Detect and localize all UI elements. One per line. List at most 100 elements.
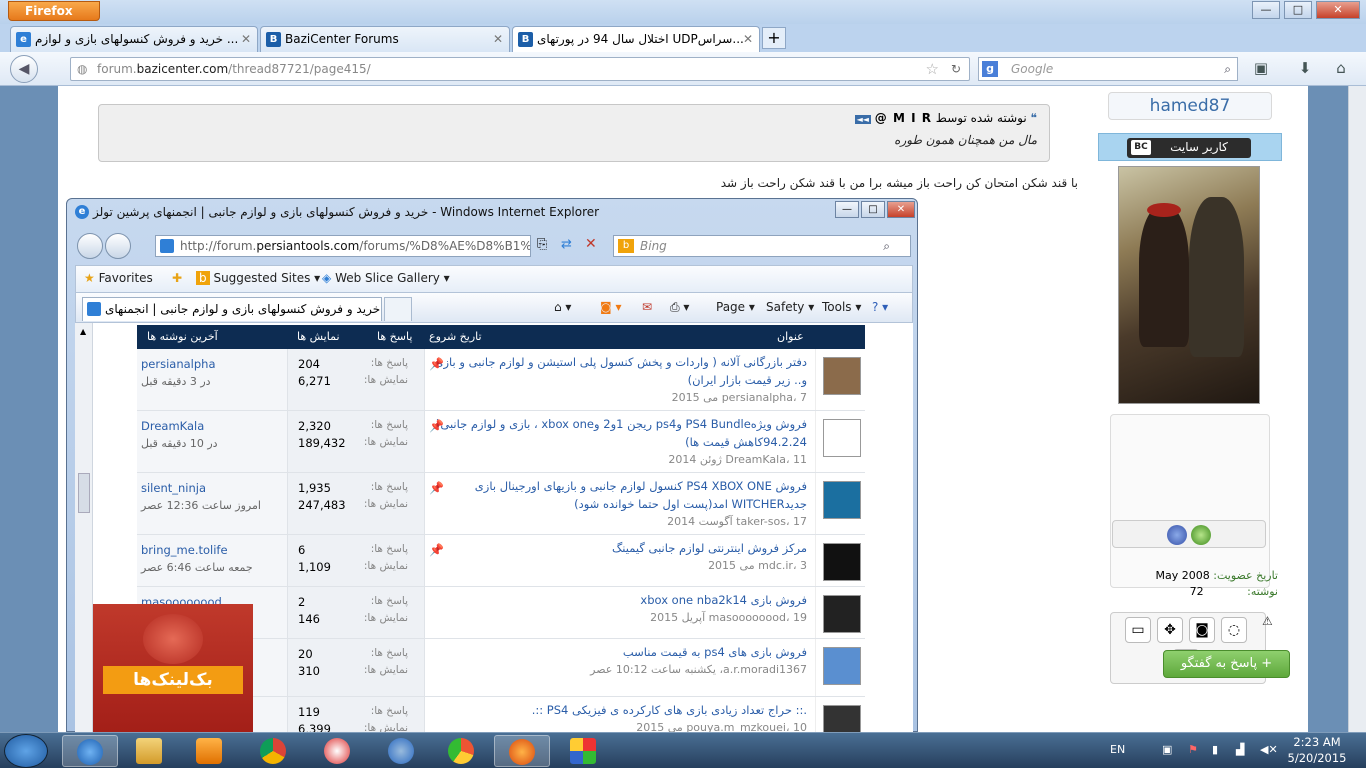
view-post-icon[interactable]: ◄◄ (854, 115, 871, 124)
close-tab-icon[interactable]: ✕ (241, 27, 251, 51)
new-tab-button[interactable]: + (762, 27, 786, 49)
bookmark-star-icon[interactable]: ☆ (926, 58, 939, 80)
volume-icon[interactable]: ◀✕ (1260, 743, 1278, 756)
thread-starter-avatar[interactable] (823, 481, 861, 519)
col-last-post[interactable]: آخرین نوشته ها (147, 330, 218, 343)
favorites-button[interactable]: ★ Favorites (84, 271, 153, 285)
thread-title[interactable]: .:: حراج تعداد زیادی بازی های کارکرده ی … (433, 701, 807, 719)
ie-search-input[interactable]: b Bing ⌕ (613, 235, 911, 257)
refresh-icon[interactable]: ⇄ (561, 237, 572, 252)
add-favorites-icon[interactable]: ✚ (172, 271, 182, 285)
battery-icon[interactable]: ▮ (1212, 743, 1218, 756)
home-icon[interactable]: ⌂ (1330, 59, 1352, 79)
compat-view-icon[interactable]: ⎘ (537, 237, 547, 252)
ie-scrollbar[interactable]: ▲ (75, 323, 93, 733)
tab-udp-thread[interactable]: B اختلال سال 94 در پورتهای UDPسراس... ✕ (512, 26, 760, 52)
ie-maximize-button[interactable]: □ (861, 201, 885, 218)
taskbar-app-1[interactable] (310, 735, 366, 767)
tray-app-icon[interactable]: ▣ (1162, 743, 1172, 756)
ie-address-bar[interactable]: http://forum.persiantools.com/forums/%D8… (155, 235, 531, 257)
ie-tab[interactable]: خرید و فروش کنسولهای بازی و لوازم جانبی … (82, 297, 382, 321)
scroll-up-icon[interactable]: ▲ (80, 327, 86, 336)
col-start-date[interactable]: تاریخ شروع (429, 330, 482, 343)
col-title[interactable]: عنوان (777, 330, 804, 343)
tools-menu[interactable]: Tools ▾ (822, 300, 861, 314)
download-icon[interactable]: ⬇ (1294, 59, 1316, 79)
thread-starter-avatar[interactable] (823, 543, 861, 581)
thread-title[interactable]: دفتر بازرگانی آلانه ( واردات و پخش کنسول… (433, 353, 807, 389)
last-post-user[interactable]: DreamKala (141, 419, 287, 433)
reply-to-thread-button[interactable]: + پاسخ به گفتگو (1163, 650, 1290, 678)
ie-favorites-bar: ★ Favorites ✚ b Suggested Sites ▾ ◈ Web … (75, 265, 913, 293)
thread-title[interactable]: فروش PS4 XBOX ONE کنسول لوازم جانبی و با… (433, 477, 807, 513)
ie-new-tab-button[interactable] (384, 297, 412, 321)
start-button[interactable] (4, 734, 48, 768)
scroll-thumb[interactable] (78, 473, 90, 513)
taskbar-explorer[interactable] (122, 735, 178, 767)
ie-minimize-button[interactable]: — (835, 201, 859, 218)
psn-icon[interactable] (1167, 525, 1187, 545)
taskbar-app-3[interactable] (434, 735, 490, 767)
language-indicator[interactable]: EN (1110, 743, 1125, 756)
thread-starter-avatar[interactable] (823, 357, 861, 395)
taskbar-chrome[interactable] (246, 735, 302, 767)
ie-back-icon[interactable] (77, 233, 103, 259)
thread-starter-avatar[interactable] (823, 419, 861, 457)
thread-title[interactable]: فروش بازی xbox one nba2k14 (433, 591, 807, 609)
last-post-user[interactable]: silent_ninja (141, 481, 287, 495)
username[interactable]: hamed87 (1108, 92, 1272, 120)
help-icon[interactable]: ? ▾ (872, 300, 888, 314)
thread-title[interactable]: مرکز فروش اینترنتی لوازم جانبی گیمینگ (433, 539, 807, 557)
taskbar-firefox[interactable] (494, 735, 550, 767)
page-scrollbar[interactable] (1348, 86, 1366, 732)
url-bar[interactable]: ◍ forum.bazicenter.com/thread87721/page4… (70, 57, 970, 81)
minimize-button[interactable]: — (1252, 1, 1280, 19)
last-post-user[interactable]: persianalpha (141, 357, 287, 371)
close-tab-icon[interactable]: ✕ (493, 27, 503, 51)
rss-feed-icon[interactable]: ◙ ▾ (600, 300, 621, 314)
home-icon[interactable]: ⌂ ▾ (554, 300, 571, 314)
back-arrow-icon[interactable]: ◀ (10, 55, 38, 83)
taskbar-media-player[interactable] (182, 735, 238, 767)
search-input[interactable]: g Google ⌕ (978, 57, 1238, 81)
report-warning-icon[interactable]: ⚠ (1262, 614, 1273, 628)
taskbar-ie[interactable] (62, 735, 118, 767)
col-views[interactable]: نمایش ها (297, 330, 340, 343)
search-icon[interactable]: ⌕ (1224, 58, 1231, 80)
thread-starter-avatar[interactable] (823, 595, 861, 633)
clock[interactable]: 2:23 AM 5/20/2015 (1284, 734, 1350, 766)
firefox-menu-button[interactable]: Firefox (8, 1, 100, 21)
suggested-sites-button[interactable]: b Suggested Sites ▾ (196, 271, 320, 285)
last-post-user[interactable]: bring_me.tolife (141, 543, 287, 557)
thread-starter-avatar[interactable] (823, 647, 861, 685)
safety-menu[interactable]: Safety ▾ (766, 300, 814, 314)
thread-title[interactable]: فروش بازی های ps4 به قیمت مناسب (433, 643, 807, 661)
thread-starter-avatar[interactable] (823, 705, 861, 733)
close-button[interactable]: ✕ (1316, 1, 1360, 19)
search-icon[interactable]: ⌕ (883, 236, 890, 256)
network-icon[interactable]: ▟ (1236, 743, 1244, 756)
stop-icon[interactable]: ✕ (585, 236, 597, 252)
ie-forward-icon[interactable] (105, 233, 131, 259)
maximize-button[interactable]: □ (1284, 1, 1312, 19)
taskbar-app-2[interactable] (374, 735, 430, 767)
thread-table-header: آخرین نوشته ها نمایش ها پاسخ ها تاریخ شر… (137, 325, 865, 349)
print-icon[interactable]: ⎙ ▾ (670, 300, 689, 315)
xbox-icon[interactable] (1191, 525, 1211, 545)
tab-bazicenter[interactable]: B BaziCenter Forums ✕ (260, 26, 510, 52)
tray-error-icon[interactable]: ⚑ (1188, 743, 1198, 756)
reload-icon[interactable]: ↻ (951, 58, 961, 80)
avatar[interactable] (1118, 166, 1260, 404)
taskbar-app-4[interactable] (556, 735, 612, 767)
ie-close-button[interactable]: ✕ (887, 201, 915, 218)
web-slice-gallery-button[interactable]: ◈ Web Slice Gallery ▾ (322, 271, 450, 285)
bookmarks-menu-icon[interactable]: ▣ (1250, 59, 1272, 79)
promo-banner[interactable]: بک‌لینک‌ها (93, 604, 253, 732)
mail-icon[interactable]: ✉ (642, 300, 652, 314)
quote-author[interactable]: M I R @ (875, 111, 932, 125)
close-tab-icon[interactable]: ✕ (743, 27, 753, 51)
col-replies[interactable]: پاسخ ها (377, 330, 412, 343)
thread-title[interactable]: فروش ویژهPS4 Bundle وps4 ریجن 1و2 وxbox … (433, 415, 807, 451)
page-menu[interactable]: Page ▾ (716, 300, 755, 314)
tab-persiantools[interactable]: e خرید و فروش کنسولهای بازی و لوازم ... … (10, 26, 258, 52)
